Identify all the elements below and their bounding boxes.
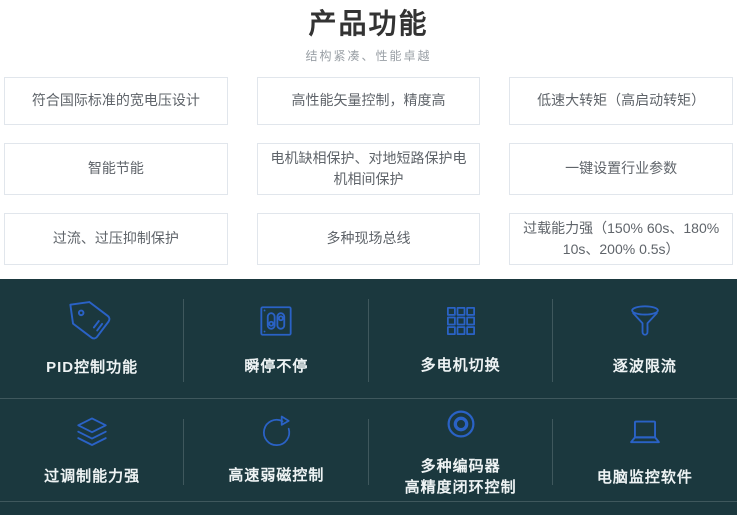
highlight-cell-current-limit: 逐波限流 (553, 279, 737, 398)
highlight-label: 多电机切换 (421, 355, 501, 376)
rotate-icon (255, 413, 297, 455)
highlight-label: PID控制功能 (46, 357, 138, 378)
highlight-cell-ride-through: 瞬停不停 (184, 279, 368, 398)
page-title: 产品功能 (0, 7, 737, 41)
highlight-cell-field-weakening: 高速弱磁控制 (184, 399, 368, 501)
feature-box: 高性能矢量控制，精度高 (257, 77, 481, 125)
highlight-label: 高速弱磁控制 (228, 465, 324, 486)
highlight-cell-multi-motor: 多电机切换 (369, 279, 553, 398)
highlight-label: 过调制能力强 (44, 466, 140, 487)
highlight-label: 多种编码器 高精度闭环控制 (405, 456, 517, 498)
feature-box: 低速大转矩（高启动转矩） (509, 77, 733, 125)
panel-footer-strip (0, 502, 737, 515)
funnel-icon (623, 299, 667, 343)
grid-icon (440, 300, 482, 342)
feature-grid: 符合国际标准的宽电压设计 高性能矢量控制，精度高 低速大转矩（高启动转矩） 智能… (0, 77, 737, 265)
highlight-cell-encoder: 多种编码器 高精度闭环控制 (369, 399, 553, 501)
highlight-row: PID控制功能 瞬停不停 (0, 279, 737, 399)
feature-box: 智能节能 (4, 143, 228, 195)
highlight-cell-pc-software: 电脑监控软件 (553, 399, 737, 501)
highlight-cell-pid: PID控制功能 (0, 279, 184, 398)
feature-box: 过流、过压抑制保护 (4, 213, 228, 265)
feature-box: 一键设置行业参数 (509, 143, 733, 195)
laptop-icon (622, 411, 668, 457)
socket-icon (254, 299, 298, 343)
rings-icon (439, 402, 483, 446)
highlight-label: 逐波限流 (613, 356, 677, 377)
highlight-cell-overmodulation: 过调制能力强 (0, 399, 184, 501)
feature-box: 符合国际标准的宽电压设计 (4, 77, 228, 125)
feature-box: 过载能力强（150% 60s、180% 10s、200% 0.5s） (509, 213, 733, 265)
tag-icon (69, 298, 115, 344)
highlight-label: 瞬停不停 (244, 356, 308, 377)
feature-box: 多种现场总线 (257, 213, 481, 265)
section-header: 产品功能 结构紧凑、性能卓越 (0, 0, 737, 64)
layers-icon (70, 412, 114, 456)
highlight-row: 过调制能力强 高速弱磁控制 多种编码器 高精度闭环控制 (0, 399, 737, 502)
feature-box: 电机缺相保护、对地短路保护电机相间保护 (257, 143, 481, 195)
page-subtitle: 结构紧凑、性能卓越 (0, 47, 737, 64)
highlight-label: 电脑监控软件 (597, 467, 693, 488)
highlight-panel: PID控制功能 瞬停不停 (0, 279, 737, 515)
